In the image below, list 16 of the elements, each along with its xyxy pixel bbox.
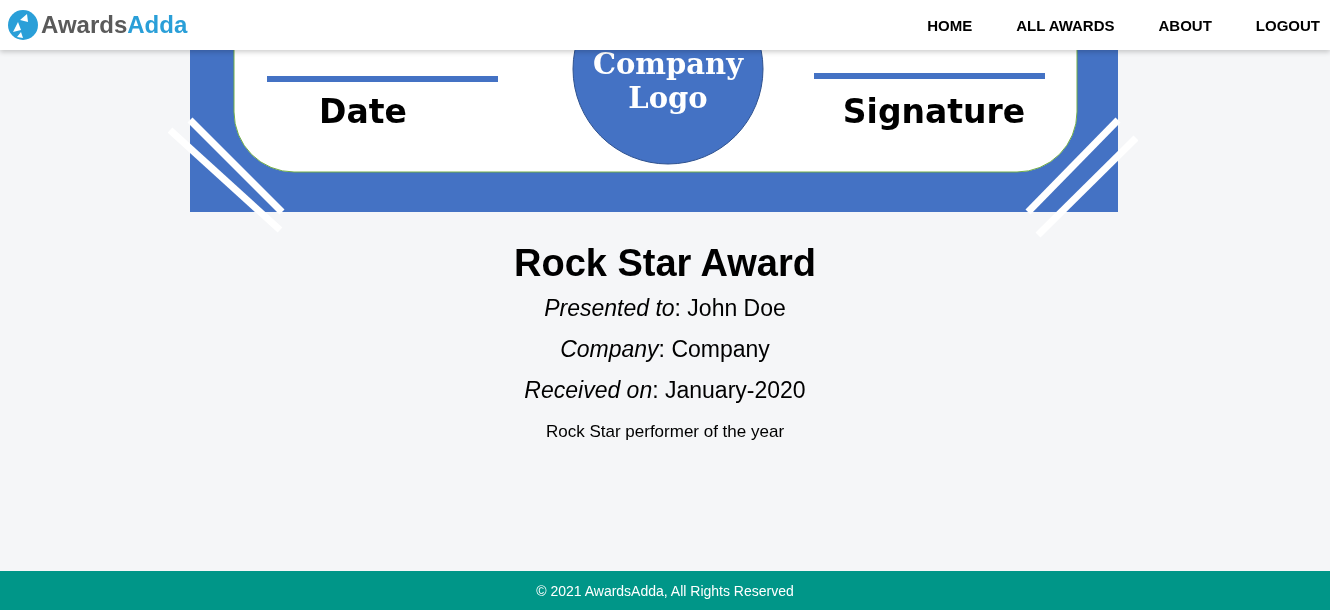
nav-link[interactable]: HOME: [927, 16, 973, 34]
award-title: Rock Star Award: [514, 242, 816, 285]
award-detail: Received on: January-2020: [524, 377, 806, 404]
logo-text: Company: [592, 50, 744, 81]
nav-link[interactable]: LOGOUT: [1255, 16, 1320, 34]
nav-link[interactable]: ALL AWARDS: [1016, 16, 1115, 34]
award-description: Rock Star performer of the year: [545, 422, 785, 442]
logo-icon: [8, 10, 38, 40]
award-detail: Company: Company: [560, 336, 770, 363]
logo-text: Logo: [628, 81, 708, 115]
nav-link[interactable]: ABOUT: [1158, 16, 1212, 34]
brand-name[interactable]: AwardsAdda: [41, 11, 188, 39]
date-label: Date: [319, 92, 407, 131]
signature-label: Signature: [842, 92, 1026, 131]
award-detail: Presented to: John Doe: [544, 295, 786, 322]
copyright-text: © 2021 AwardsAdda, All Rights Reserved: [536, 582, 794, 599]
